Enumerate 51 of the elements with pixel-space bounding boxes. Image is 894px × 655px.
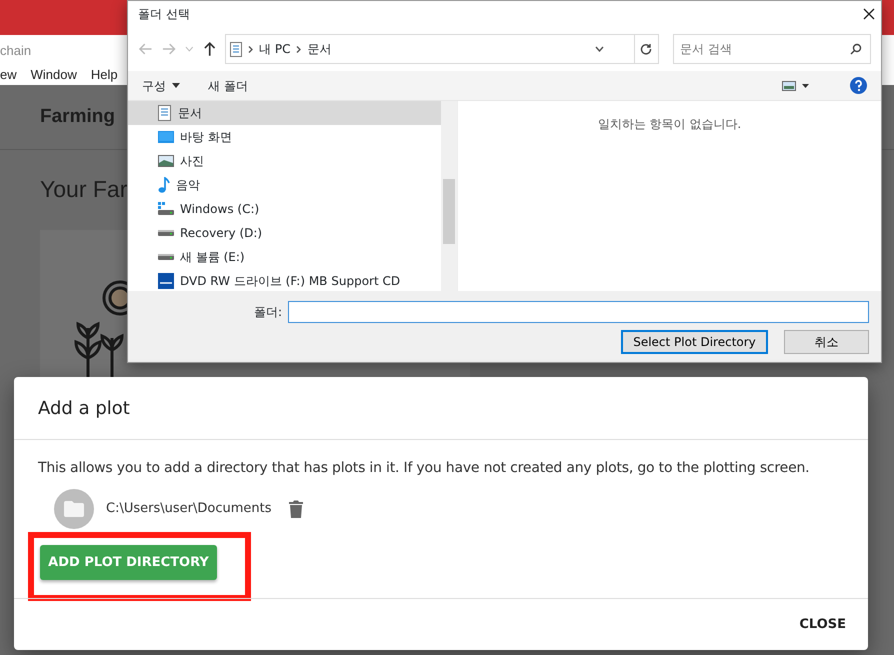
close-button[interactable]: CLOSE <box>793 614 852 636</box>
help-icon[interactable] <box>850 77 867 94</box>
picture-icon <box>158 155 174 167</box>
scrollbar[interactable] <box>441 101 457 291</box>
tree-item[interactable]: 새 볼륨 (E:) <box>128 245 441 269</box>
tree-item[interactable]: 문서 <box>128 101 441 125</box>
page-heading: Your Far <box>40 176 128 202</box>
document-icon <box>158 105 172 121</box>
drive-icon <box>158 202 174 216</box>
breadcrumb-item[interactable]: 내 PC <box>259 40 290 58</box>
modal-title: Add a plot <box>38 396 130 420</box>
chevron-icon[interactable] <box>248 46 254 52</box>
description: This allows you to add a directory that has plots in it. If you have not created any plots, go to the plotting screen. <box>38 460 810 476</box>
tree-item[interactable]: 바탕 화면 <box>128 125 441 149</box>
breadcrumb-item[interactable]: 문서 <box>307 40 332 58</box>
up-icon[interactable] <box>202 41 218 57</box>
view-icon[interactable] <box>782 80 810 90</box>
directory-path: C:\Users\user\Documents <box>106 500 272 518</box>
organize-menu[interactable]: 구성 <box>142 76 166 94</box>
drive-icon <box>158 229 174 237</box>
document-icon <box>230 42 242 56</box>
desktop-icon <box>158 131 174 143</box>
search-icon <box>850 43 862 55</box>
caret-icon[interactable] <box>172 83 180 88</box>
address-bar[interactable]: 내 PC 문서 <box>225 34 635 64</box>
drive-icon <box>158 253 174 261</box>
chevron-icon[interactable] <box>296 46 302 52</box>
new-folder-button[interactable]: 새 폴더 <box>208 76 248 94</box>
dropdown-icon[interactable] <box>594 46 604 52</box>
close-icon[interactable] <box>863 8 875 20</box>
music-note-icon <box>158 177 170 193</box>
folder-icon <box>64 501 84 517</box>
refresh-icon <box>640 43 652 55</box>
tree-item[interactable]: DVD RW 드라이브 (F:) MB Support CD <box>128 269 441 291</box>
cancel-button[interactable]: 취소 <box>784 330 869 354</box>
menu-item[interactable]: ew <box>0 65 17 85</box>
dialog-title: 폴더 선택 <box>138 6 190 23</box>
tree-item[interactable]: Recovery (D:) <box>128 221 441 245</box>
refresh-button[interactable] <box>634 34 659 64</box>
menu-item[interactable]: Help <box>90 65 118 85</box>
field-label: 폴더: <box>254 304 282 321</box>
tree-item[interactable]: 음악 <box>128 173 441 197</box>
tree-item[interactable]: 사진 <box>128 149 441 173</box>
empty-message: 일치하는 항목이 없습니다. <box>598 117 742 131</box>
window-title: chain <box>0 43 32 58</box>
menu-item[interactable]: Window <box>30 65 77 85</box>
trash-icon[interactable] <box>289 500 304 518</box>
folder-input[interactable] <box>288 301 869 323</box>
select-button[interactable]: Select Plot Directory <box>621 330 768 354</box>
search-field[interactable]: 문서 검색 <box>673 34 871 64</box>
tree-item[interactable]: Windows (C:) <box>128 197 441 221</box>
